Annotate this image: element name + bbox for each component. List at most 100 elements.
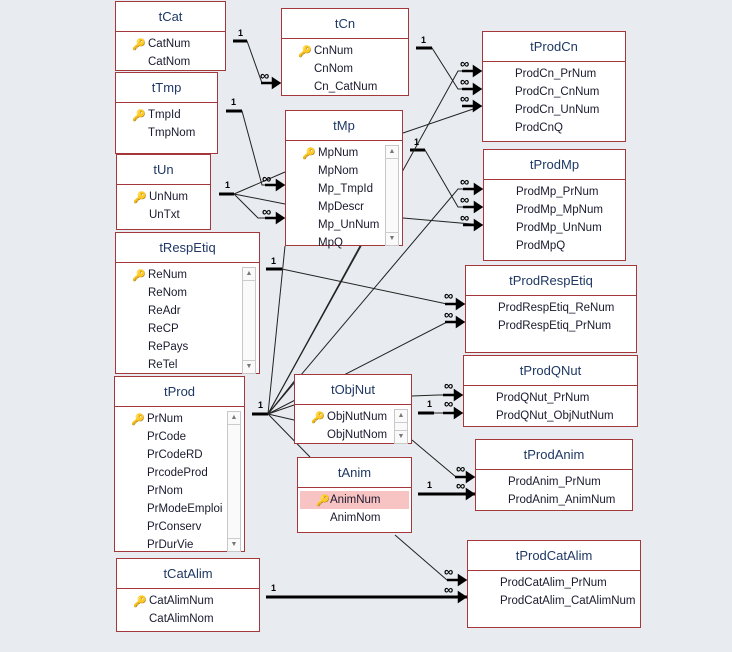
scroll-down-arrow-icon[interactable]: ▼ <box>243 360 255 373</box>
table-title[interactable]: tCatAlim <box>117 559 259 589</box>
field-row[interactable]: ProdCn_CnNum <box>483 83 625 101</box>
table-tProdQNut[interactable]: tProdQNut ProdQNut_PrNum ProdQNut_ObjNutNu… <box>463 355 638 427</box>
field-row[interactable]: PrcodeProd <box>115 464 244 482</box>
table-tProd[interactable]: tProd 🔑 PrNum PrCode PrCodeRD PrcodeProd PrNom… <box>114 376 245 552</box>
table-tCn[interactable]: tCn 🔑 CnNum CnNom Cn_CatNum <box>281 8 409 96</box>
table-title[interactable]: tProdQNut <box>464 356 637 386</box>
field-row[interactable]: ProdCatAlim_PrNum <box>468 574 640 592</box>
scroll-down-arrow-icon[interactable]: ▼ <box>395 430 407 443</box>
scroll-down-arrow-icon[interactable]: ▼ <box>386 232 398 245</box>
field-row[interactable]: UnTxt <box>117 206 210 224</box>
field-row[interactable]: ProdMp_PrNum <box>484 183 625 201</box>
field-row[interactable]: CatNom <box>116 53 225 71</box>
field-row[interactable]: ProdAnim_PrNum <box>476 473 632 491</box>
field-row[interactable]: RePays <box>116 338 259 356</box>
relationship-line[interactable] <box>233 40 281 84</box>
scroll-up-arrow-icon[interactable]: ▲ <box>386 146 398 159</box>
relationship-line[interactable] <box>226 110 285 186</box>
cardinality-many-label: ∞ <box>460 192 470 207</box>
table-title[interactable]: tProdMp <box>484 150 625 180</box>
field-row[interactable]: PrModeEmploi <box>115 500 244 518</box>
field-row[interactable]: ReTel <box>116 356 259 374</box>
field-row[interactable]: 🔑 ReNum <box>116 266 259 284</box>
table-title[interactable]: tCn <box>282 9 408 39</box>
field-row[interactable]: 🔑 CatNum <box>116 35 225 53</box>
table-title[interactable]: tUn <box>117 155 210 185</box>
table-tProdAnim[interactable]: tProdAnim ProdAnim_PrNum ProdAnim_AnimNum <box>475 439 633 511</box>
field-row[interactable]: PrCode <box>115 428 244 446</box>
table-title[interactable]: tObjNut <box>295 375 411 405</box>
relationship-line[interactable] <box>233 193 286 205</box>
field-row[interactable]: CatAlimNom <box>117 610 259 628</box>
field-row[interactable]: ReCP <box>116 320 259 338</box>
scrollbar[interactable]: ▲ ▼ <box>242 267 256 374</box>
field-row[interactable]: ProdMp_MpNum <box>484 201 625 219</box>
relationship-line[interactable] <box>411 439 475 478</box>
field-row[interactable]: ProdMp_UnNum <box>484 219 625 237</box>
field-row[interactable]: PrCodeRD <box>115 446 244 464</box>
field-row[interactable]: ProdMpQ <box>484 237 625 255</box>
relationship-line[interactable] <box>394 534 467 581</box>
field-row[interactable]: PrDurVie <box>115 536 244 554</box>
field-row[interactable]: CnNom <box>282 60 408 78</box>
table-title[interactable]: tProdAnim <box>476 440 632 470</box>
table-tRespEtiq[interactable]: tRespEtiq 🔑 ReNum ReNom ReAdr ReCP RePays ReTel… <box>115 232 260 374</box>
table-title[interactable]: tProdCatAlim <box>468 541 640 571</box>
scroll-down-arrow-icon[interactable]: ▼ <box>228 538 240 551</box>
field-row[interactable]: 🔑 AnimNum <box>300 491 409 509</box>
table-tCatAlim[interactable]: tCatAlim 🔑 CatAlimNum CatAlimNom <box>116 558 260 632</box>
field-row[interactable]: PrConserv <box>115 518 244 536</box>
field-row[interactable]: 🔑 TmpId <box>116 106 217 124</box>
table-title[interactable]: tMp <box>286 111 402 141</box>
table-tProdRespEtiq[interactable]: tProdRespEtiq ProdRespEtiq_ReNum ProdRespE… <box>465 265 637 353</box>
field-row[interactable]: ProdCn_PrNum <box>483 65 625 83</box>
field-name: ReNom <box>148 287 187 299</box>
field-row[interactable]: 🔑 CatAlimNum <box>117 592 259 610</box>
scrollbar[interactable]: ▲ ▼ <box>394 409 408 444</box>
table-title[interactable]: tProdCn <box>483 32 625 62</box>
table-title[interactable]: tAnim <box>298 458 411 488</box>
table-title[interactable]: tProd <box>115 377 244 407</box>
scrollbar[interactable]: ▲ ▼ <box>385 145 399 246</box>
table-title[interactable]: tProdRespEtiq <box>466 266 636 296</box>
field-row[interactable]: ProdQNut_ObjNutNum <box>464 407 637 425</box>
field-row[interactable]: ReAdr <box>116 302 259 320</box>
scroll-up-arrow-icon[interactable]: ▲ <box>395 410 407 423</box>
field-row[interactable]: TmpNom <box>116 124 217 142</box>
field-row[interactable]: ProdCatAlim_CatAlimNum <box>468 592 640 610</box>
relationship-line[interactable] <box>416 47 482 90</box>
field-row[interactable]: AnimNom <box>298 509 411 527</box>
relationship-line[interactable] <box>402 105 483 134</box>
field-row[interactable]: ProdQNut_PrNum <box>464 389 637 407</box>
field-row[interactable]: ProdCn_UnNum <box>483 101 625 119</box>
table-tMp[interactable]: tMp 🔑 MpNum MpNom Mp_TmpId MpDescr Mp_UnNum MpQ… <box>285 110 403 249</box>
field-row[interactable]: ProdRespEtiq_ReNum <box>466 299 636 317</box>
table-tObjNut[interactable]: tObjNut 🔑 ObjNutNum ObjNutNom ▲ ▼ <box>294 374 412 444</box>
scrollbar[interactable]: ▲ ▼ <box>227 411 241 552</box>
table-tAnim[interactable]: tAnim 🔑 AnimNum AnimNom <box>297 457 412 533</box>
field-row[interactable]: ProdAnim_AnimNum <box>476 491 632 509</box>
table-tUn[interactable]: tUn 🔑 UnNum UnTxt <box>116 154 211 230</box>
field-row[interactable]: 🔑 UnNum <box>117 188 210 206</box>
relationship-line[interactable] <box>267 413 295 421</box>
table-title[interactable]: tTmp <box>116 73 217 103</box>
field-row[interactable]: 🔑 PrNum <box>115 410 244 428</box>
table-tProdMp[interactable]: tProdMp ProdMp_PrNum ProdMp_MpNum ProdMp_Un… <box>483 149 626 261</box>
field-row[interactable]: PrNom <box>115 482 244 500</box>
field-name: ObjNutNum <box>327 411 388 423</box>
cardinality-one-label: 1 <box>271 256 277 266</box>
field-row[interactable]: 🔑 CnNum <box>282 42 408 60</box>
table-tProdCatAlim[interactable]: tProdCatAlim ProdCatAlim_PrNum ProdCatAlim… <box>467 540 641 628</box>
table-tProdCn[interactable]: tProdCn ProdCn_PrNum ProdCn_CnNum ProdCn_Un… <box>482 31 626 142</box>
table-title[interactable]: tCat <box>116 2 225 32</box>
scroll-up-arrow-icon[interactable]: ▲ <box>243 268 255 281</box>
field-row[interactable]: ProdRespEtiq_PrNum <box>466 317 636 335</box>
scroll-up-arrow-icon[interactable]: ▲ <box>228 412 240 425</box>
table-tTmp[interactable]: tTmp 🔑 TmpId TmpNom <box>115 72 218 154</box>
field-row[interactable]: Cn_CatNum <box>282 78 408 96</box>
field-row[interactable]: ProdCnQ <box>483 119 625 137</box>
field-row[interactable]: ReNom <box>116 284 259 302</box>
relationship-line[interactable] <box>410 149 483 208</box>
table-tCat[interactable]: tCat 🔑 CatNum CatNom <box>115 1 226 71</box>
table-title[interactable]: tRespEtiq <box>116 233 259 263</box>
